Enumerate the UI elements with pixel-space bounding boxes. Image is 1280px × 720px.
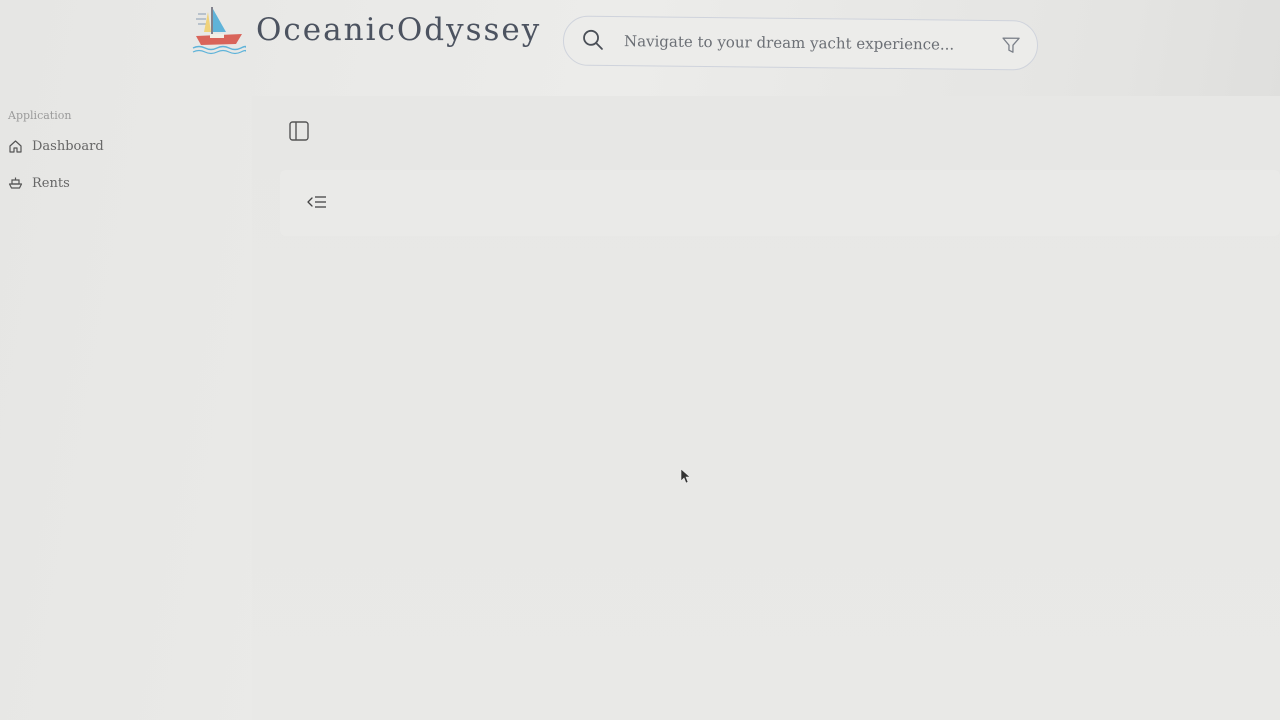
sidebar-toggle-icon[interactable] <box>288 120 310 142</box>
sidebar-item-label: Rents <box>32 176 70 191</box>
sidebar-item-rents[interactable]: Rents <box>8 176 70 191</box>
main-panel <box>252 96 1280 720</box>
sailboat-icon <box>192 7 246 55</box>
search-bar[interactable] <box>562 15 1039 71</box>
mouse-cursor-icon <box>680 468 690 484</box>
search-icon[interactable] <box>582 29 604 51</box>
sidebar: Application Dashboard Rents <box>0 100 250 720</box>
sidebar-group-label: Application <box>8 109 72 122</box>
sidebar-item-label: Dashboard <box>32 139 104 154</box>
home-icon <box>9 140 22 153</box>
brand[interactable]: OceanicOdyssey <box>192 4 541 56</box>
sidebar-item-dashboard[interactable]: Dashboard <box>8 139 104 154</box>
content-header <box>280 170 1280 236</box>
filter-icon[interactable] <box>1001 35 1021 55</box>
yacht-icon <box>8 177 23 189</box>
page: OceanicOdyssey Application Dashboard <box>0 0 1280 720</box>
search-input[interactable] <box>623 27 1005 60</box>
brand-name: OceanicOdyssey <box>256 12 542 48</box>
collapse-menu-icon[interactable] <box>306 192 328 212</box>
